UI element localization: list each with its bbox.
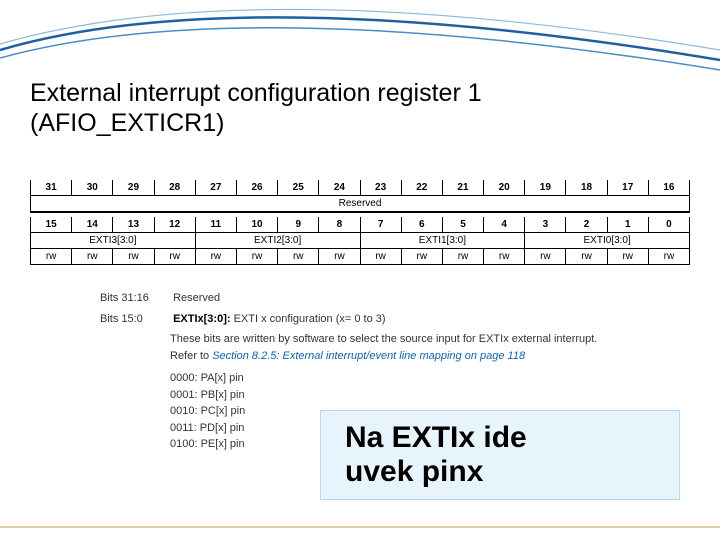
- decorative-swoosh: [0, 0, 720, 80]
- rw-cell: rw: [525, 249, 566, 265]
- bit-num: 6: [402, 217, 443, 232]
- reserved-row: Reserved: [30, 196, 690, 213]
- bit-num: 10: [237, 217, 278, 232]
- bit-num: 19: [525, 180, 566, 195]
- rw-cell: rw: [361, 249, 402, 265]
- rw-cell: rw: [402, 249, 443, 265]
- bit-num: 3: [525, 217, 566, 232]
- bit-num: 31: [30, 180, 72, 195]
- bit-num: 14: [72, 217, 113, 232]
- rw-row: rw rw rw rw rw rw rw rw rw rw rw rw rw r…: [30, 249, 690, 265]
- rw-cell: rw: [196, 249, 237, 265]
- exti-field: EXTI3[3:0]: [30, 233, 195, 248]
- bit-num: 9: [278, 217, 319, 232]
- bit-num: 11: [196, 217, 237, 232]
- bit-num: 21: [443, 180, 484, 195]
- rw-cell: rw: [649, 249, 690, 265]
- bit-num: 15: [30, 217, 72, 232]
- bit-num: 23: [361, 180, 402, 195]
- bit-row-high: 31 30 29 28 27 26 25 24 23 22 21 20 19 1…: [30, 180, 690, 196]
- rw-cell: rw: [443, 249, 484, 265]
- bit-num: 22: [402, 180, 443, 195]
- bit-num: 5: [443, 217, 484, 232]
- bit-num: 20: [484, 180, 525, 195]
- bit-num: 0: [649, 217, 690, 232]
- bit-num: 4: [484, 217, 525, 232]
- rw-cell: rw: [566, 249, 607, 265]
- bits-bold: EXTIx[3:0]:: [173, 313, 230, 325]
- bit-num: 7: [361, 217, 402, 232]
- register-table: 31 30 29 28 27 26 25 24 23 22 21 20 19 1…: [30, 180, 690, 265]
- pin-item: 0001: PB[x] pin: [170, 387, 597, 404]
- bit-num: 17: [608, 180, 649, 195]
- title-line2: (AFIO_EXTICR1): [30, 109, 224, 137]
- bits-label: Bits 31:16: [100, 290, 170, 307]
- exti-field: EXTI2[3:0]: [195, 233, 360, 248]
- bits-text: EXTI x configuration (x= 0 to 3): [231, 313, 386, 325]
- footer-decorative-line: [0, 526, 720, 528]
- slide-title: External interrupt configuration registe…: [30, 78, 482, 138]
- bit-num: 8: [319, 217, 360, 232]
- bits-3116-line: Bits 31:16 Reserved: [100, 290, 597, 307]
- bit-num: 26: [237, 180, 278, 195]
- exti-fields-row: EXTI3[3:0] EXTI2[3:0] EXTI1[3:0] EXTI0[3…: [30, 233, 690, 249]
- bit-num: 28: [155, 180, 196, 195]
- exti-field: EXTI1[3:0]: [360, 233, 525, 248]
- callout-line2: uvek pinx: [345, 455, 483, 488]
- bit-num: 13: [113, 217, 154, 232]
- rw-cell: rw: [278, 249, 319, 265]
- pin-item: 0000: PA[x] pin: [170, 370, 597, 387]
- reserved-cell: Reserved: [30, 196, 690, 211]
- rw-cell: rw: [484, 249, 525, 265]
- rw-cell: rw: [155, 249, 196, 265]
- rw-cell: rw: [72, 249, 113, 265]
- bit-num: 2: [566, 217, 607, 232]
- bit-num: 16: [649, 180, 690, 195]
- rw-cell: rw: [237, 249, 278, 265]
- callout-text: Na EXTIx ide uvek pinx: [345, 421, 527, 490]
- rw-cell: rw: [113, 249, 154, 265]
- bits-text: Reserved: [173, 292, 220, 304]
- rw-cell: rw: [30, 249, 72, 265]
- title-line1: External interrupt configuration registe…: [30, 79, 482, 107]
- bit-num: 29: [113, 180, 154, 195]
- bit-num: 1: [608, 217, 649, 232]
- ref-pre: Refer to: [170, 350, 212, 362]
- rw-cell: rw: [319, 249, 360, 265]
- desc-body2: Refer to Section 8.2.5: External interru…: [170, 348, 597, 365]
- bits-150-line: Bits 15:0 EXTIx[3:0]: EXTI x configurati…: [100, 311, 597, 328]
- callout-box: Na EXTIx ide uvek pinx: [320, 410, 680, 500]
- rw-cell: rw: [608, 249, 649, 265]
- desc-body1: These bits are written by software to se…: [170, 331, 597, 348]
- ref-link: Section 8.2.5: External interrupt/event …: [212, 350, 525, 362]
- bits-label: Bits 15:0: [100, 311, 170, 328]
- bit-row-low: 15 14 13 12 11 10 9 8 7 6 5 4 3 2 1 0: [30, 217, 690, 233]
- exti-field: EXTI0[3:0]: [524, 233, 690, 248]
- bit-num: 30: [72, 180, 113, 195]
- bit-num: 12: [155, 217, 196, 232]
- bit-num: 24: [319, 180, 360, 195]
- bit-num: 25: [278, 180, 319, 195]
- bit-num: 27: [196, 180, 237, 195]
- bit-num: 18: [566, 180, 607, 195]
- callout-line1: Na EXTIx ide: [345, 421, 527, 454]
